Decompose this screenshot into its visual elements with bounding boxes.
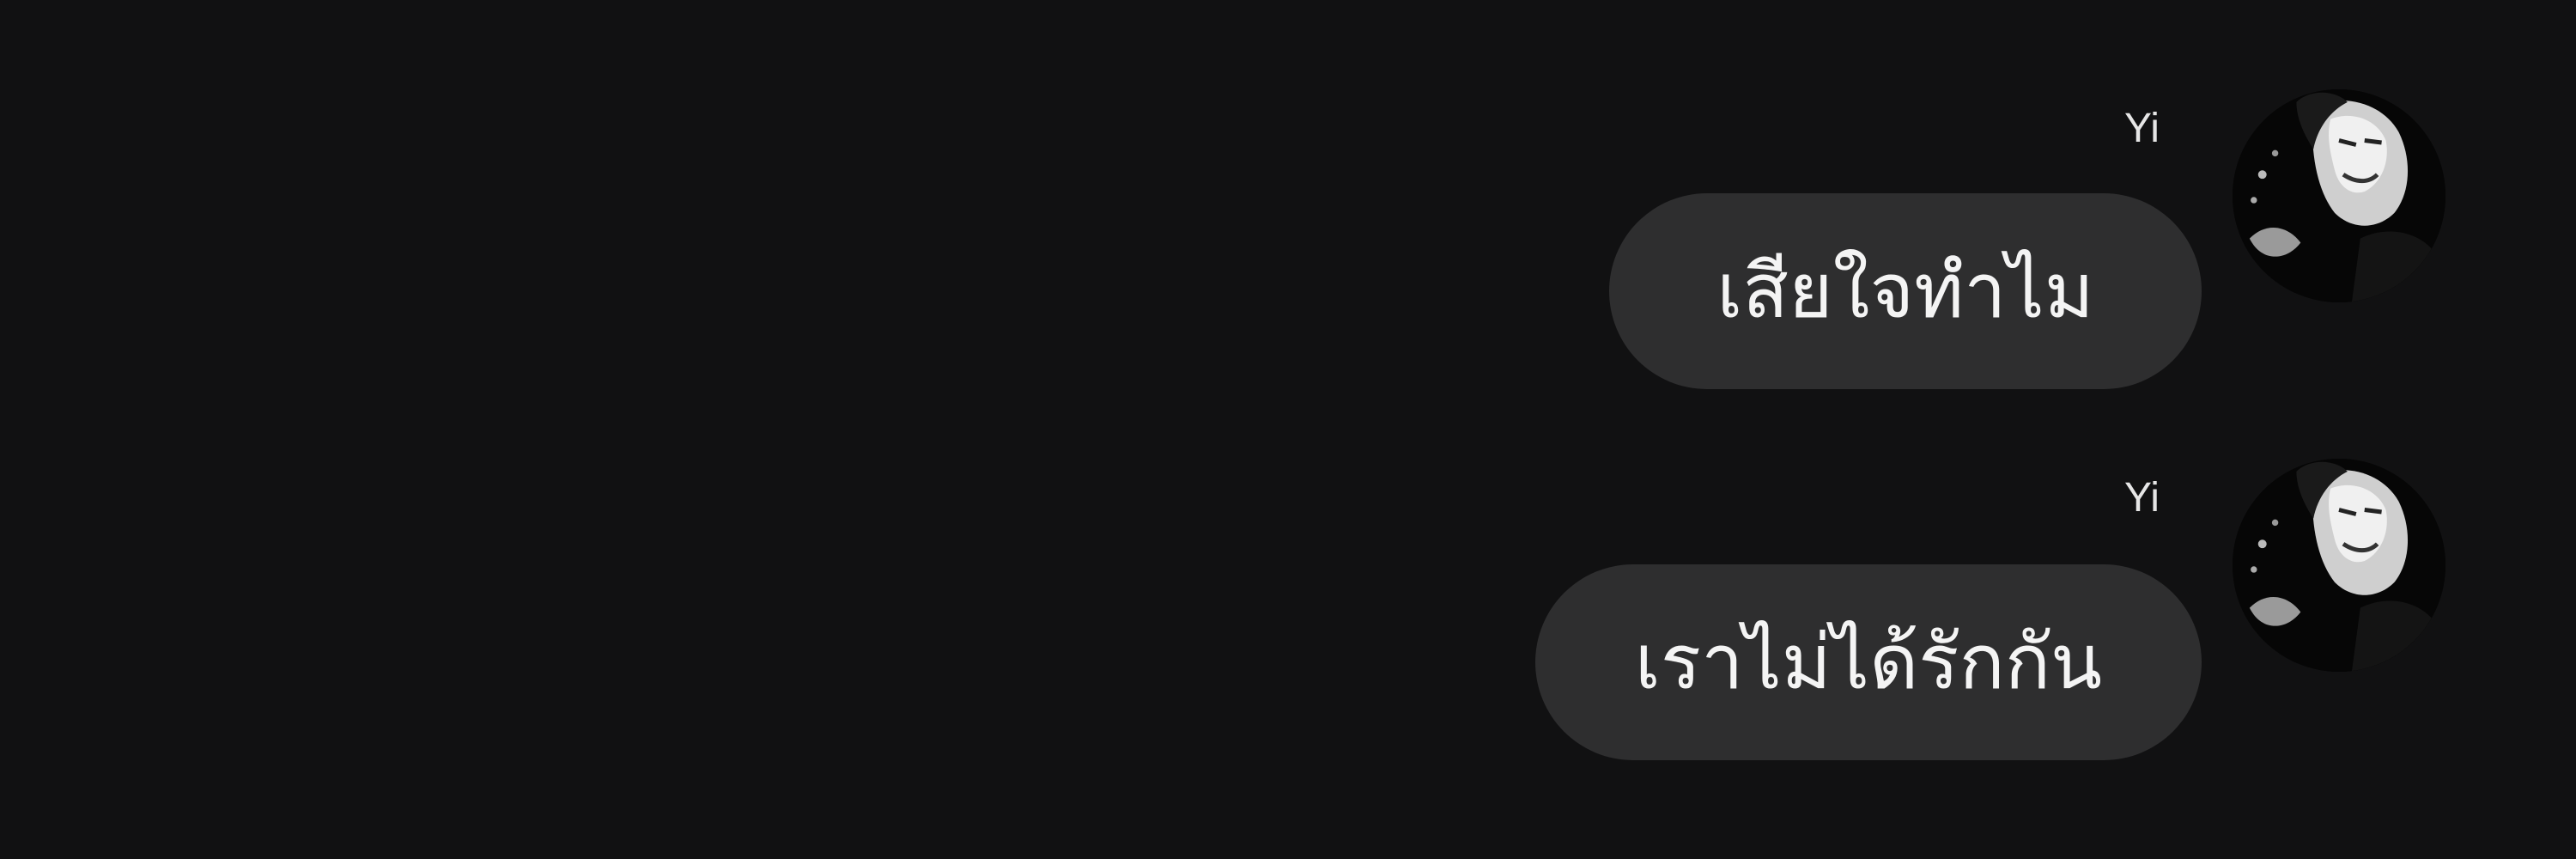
chat-thread: Yi เสียใจทำไม Yi เราไม่ได้รักกัน [0,0,2576,859]
message-text: เสียใจทำไม [1716,247,2094,335]
avatar-photo-icon [2233,89,2445,302]
message-text: เราไม่ได้รักกัน [1634,618,2103,706]
avatar[interactable] [2233,459,2445,672]
avatar-photo-icon [2233,459,2445,672]
avatar[interactable] [2233,89,2445,302]
message-bubble[interactable]: เราไม่ได้รักกัน [1535,564,2202,760]
sender-name: Yi [2124,475,2160,521]
sender-name: Yi [2124,106,2160,151]
message-bubble[interactable]: เสียใจทำไม [1609,193,2202,389]
